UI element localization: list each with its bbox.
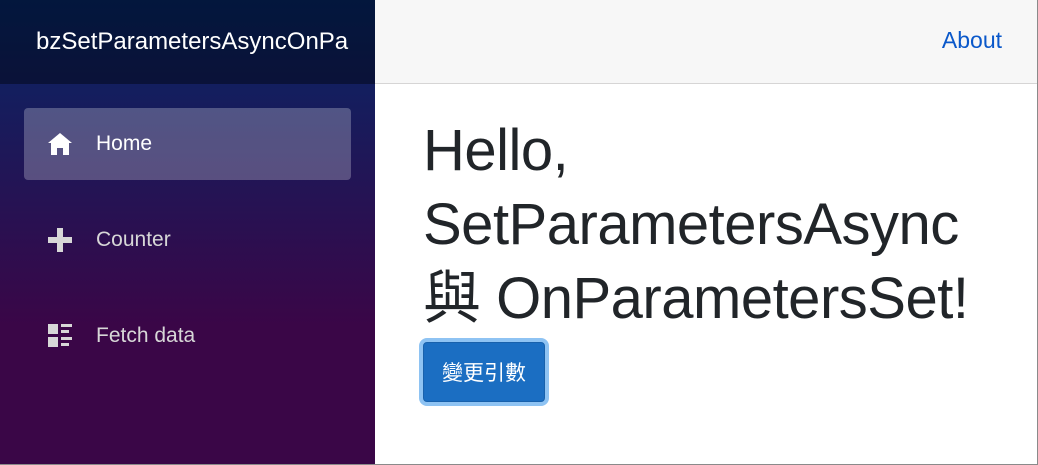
page-title-line: Hello,	[423, 118, 569, 183]
change-parameter-button[interactable]: 變更引數	[423, 342, 545, 402]
top-row: About	[375, 0, 1037, 84]
sidebar-item-home[interactable]: Home	[24, 108, 351, 180]
sidebar-item-label: Fetch data	[96, 324, 196, 347]
navbar-brand-bar: bzSetParametersAsyncOnPa	[0, 0, 375, 84]
sidebar-item-label: Home	[96, 132, 153, 155]
sidebar-item-label: Counter	[96, 228, 171, 251]
sidebar-item-counter[interactable]: Counter	[24, 204, 351, 276]
plus-icon	[46, 226, 74, 254]
page-title: Hello, SetParametersAsync 與 OnParameters…	[423, 114, 997, 336]
home-icon	[46, 130, 74, 158]
about-link[interactable]: About	[942, 27, 1002, 54]
app-brand-link[interactable]: bzSetParametersAsyncOnPa	[36, 28, 348, 56]
sidebar-item-fetch-data[interactable]: Fetch data	[24, 300, 351, 372]
list-rich-icon	[46, 322, 74, 350]
page-title-line: SetParametersAsync	[423, 192, 959, 257]
page-content: Hello, SetParametersAsync 與 OnParameters…	[375, 84, 1037, 402]
page-title-line: 與 OnParametersSet!	[423, 266, 969, 331]
sidebar: bzSetParametersAsyncOnPa Home Counter Fe…	[0, 0, 375, 464]
main-content: About Hello, SetParametersAsync 與 OnPara…	[375, 0, 1037, 464]
app-window: bzSetParametersAsyncOnPa Home Counter Fe…	[0, 0, 1038, 465]
nav-menu: Home Counter Fetch data	[0, 84, 375, 372]
